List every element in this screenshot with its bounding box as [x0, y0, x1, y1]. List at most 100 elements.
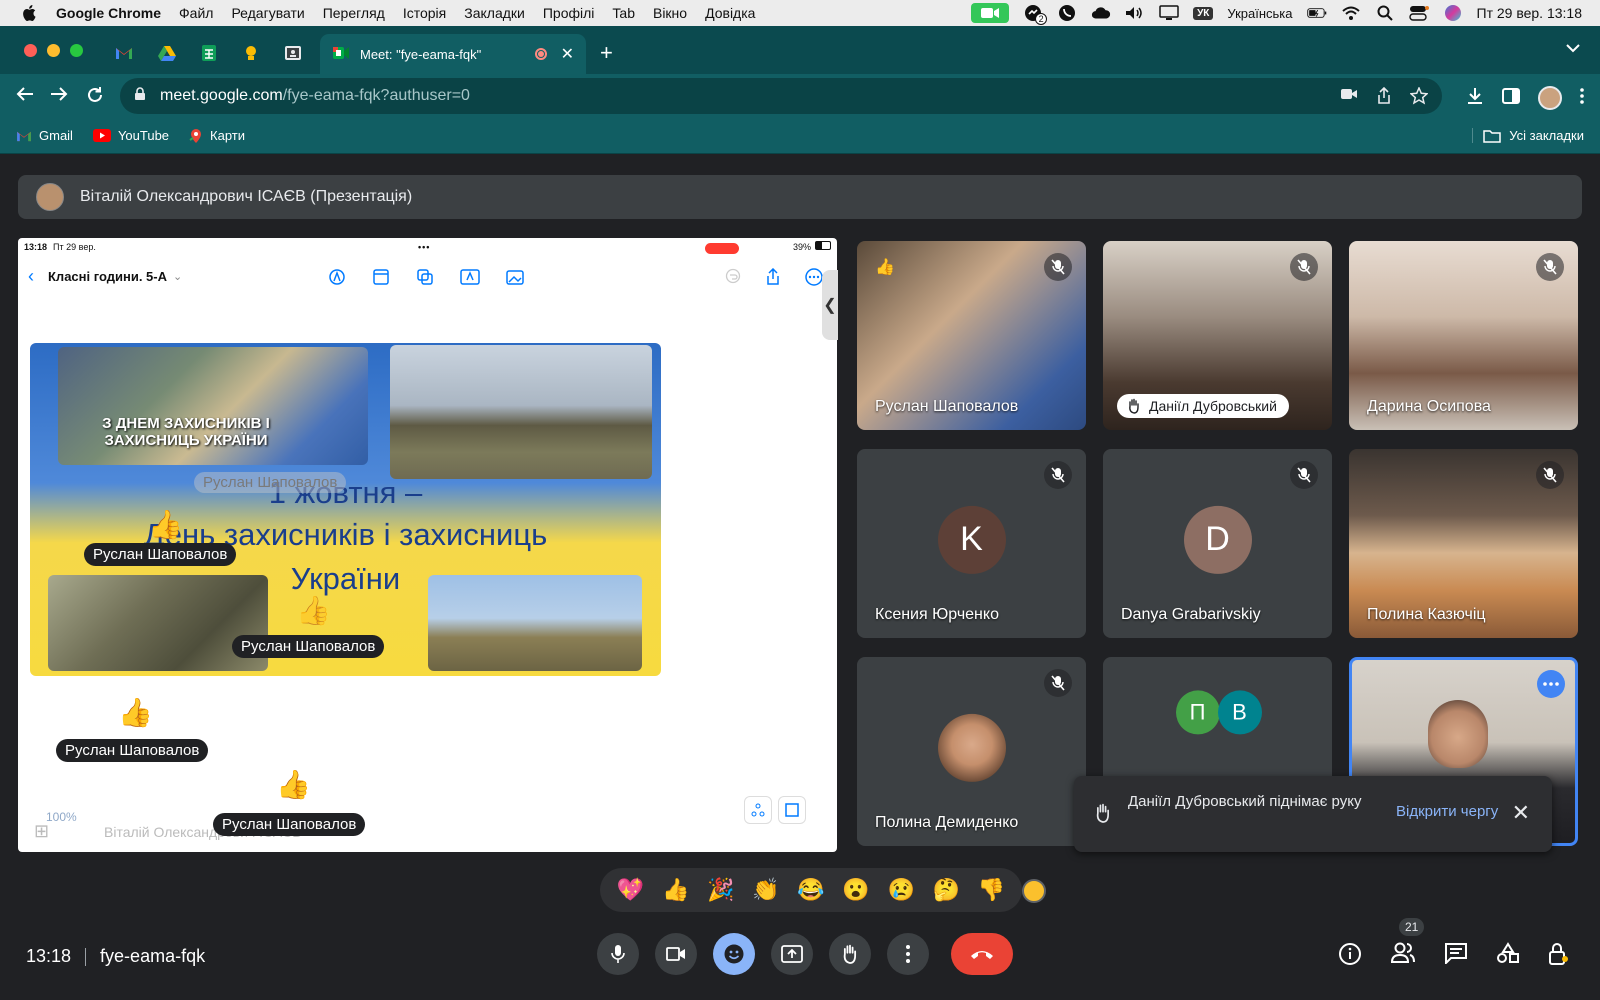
zoom-level[interactable]: 100%: [46, 810, 77, 824]
apple-icon[interactable]: [22, 5, 42, 21]
share-icon[interactable]: [1376, 86, 1392, 110]
bookmark-gmail[interactable]: Gmail: [16, 128, 73, 143]
volume-icon[interactable]: [1125, 5, 1145, 21]
profile-avatar[interactable]: [1538, 86, 1562, 110]
all-bookmarks-button[interactable]: Усі закладки: [1472, 128, 1584, 143]
sad-reaction-button[interactable]: 😢: [888, 877, 915, 903]
laugh-reaction-button[interactable]: 😂: [797, 877, 824, 903]
participant-tile[interactable]: Даніїл Дубровський: [1103, 241, 1332, 430]
close-icon[interactable]: ✕: [1512, 800, 1530, 826]
menu-view[interactable]: Перегляд: [323, 5, 385, 21]
battery-icon[interactable]: [1306, 5, 1327, 21]
media-tool-icon[interactable]: [506, 268, 526, 289]
bookmark-maps[interactable]: Карти: [189, 128, 245, 144]
menu-history[interactable]: Історія: [403, 5, 446, 21]
reload-icon[interactable]: [86, 86, 104, 109]
close-tab-icon[interactable]: ✕: [561, 44, 574, 64]
menu-file[interactable]: Файл: [179, 5, 213, 21]
share-board-icon[interactable]: [765, 267, 781, 289]
people-button[interactable]: [1390, 942, 1416, 971]
clap-reaction-button[interactable]: 👏: [752, 877, 779, 903]
menu-window[interactable]: Вікно: [653, 5, 687, 21]
messenger-icon[interactable]: 2: [1023, 5, 1048, 25]
chat-button[interactable]: [1444, 942, 1468, 971]
thumbs-up-reaction-button[interactable]: 👍: [662, 877, 689, 903]
display-icon[interactable]: [1159, 5, 1179, 21]
pin-icon[interactable]: ⊞: [34, 821, 49, 842]
menu-bookmarks[interactable]: Закладки: [464, 5, 525, 21]
text-box-tool-icon[interactable]: [460, 268, 480, 289]
more-options-icon[interactable]: [805, 268, 823, 289]
participant-tile[interactable]: 👍 Руслан Шаповалов: [857, 241, 1086, 430]
chrome-menu-icon[interactable]: [1580, 87, 1584, 109]
pinned-tab-drive-icon[interactable]: [157, 44, 177, 62]
participant-tile[interactable]: D Danya Grabarivskiy: [1103, 449, 1332, 638]
tab-search-chevron-icon[interactable]: [1566, 42, 1580, 56]
fit-screen-icon[interactable]: [778, 796, 806, 824]
present-screen-button[interactable]: [771, 933, 813, 975]
sticky-note-tool-icon[interactable]: [372, 268, 390, 289]
forward-arrow-icon[interactable]: [50, 86, 68, 107]
spotlight-search-icon[interactable]: [1375, 5, 1395, 21]
menubar-datetime[interactable]: Пт 29 вер. 13:18: [1477, 5, 1583, 21]
address-bar[interactable]: meet.google.com/fye-eama-fqk?authuser=0: [120, 78, 1442, 114]
participant-tile[interactable]: Полина Демиденко: [857, 657, 1086, 846]
freeform-board-name[interactable]: Класні години. 5-А: [48, 269, 167, 284]
meeting-details-button[interactable]: [1338, 942, 1362, 971]
microphone-button[interactable]: [597, 933, 639, 975]
download-icon[interactable]: [1466, 87, 1484, 110]
surprised-reaction-button[interactable]: 😮: [842, 877, 869, 903]
shapes-tool-icon[interactable]: [416, 268, 434, 289]
pen-tool-icon[interactable]: [328, 268, 346, 289]
freeform-back-icon[interactable]: ‹: [28, 266, 34, 287]
video-camera-status-icon[interactable]: [971, 3, 1010, 23]
leave-call-button[interactable]: [951, 933, 1013, 975]
participant-tile[interactable]: K Ксения Юрченко: [857, 449, 1086, 638]
participant-tile[interactable]: Полина Казючіц: [1349, 449, 1578, 638]
keyboard-layout-badge[interactable]: УК: [1193, 6, 1214, 20]
host-controls-button[interactable]: [1548, 942, 1570, 971]
tile-more-options-icon[interactable]: [1537, 670, 1565, 698]
keyboard-layout-label[interactable]: Українська: [1227, 6, 1292, 21]
tree-view-icon[interactable]: [744, 796, 772, 824]
side-panel-icon[interactable]: [1502, 87, 1520, 109]
zoom-window-button[interactable]: [70, 44, 83, 57]
pinned-tab-gmail-icon[interactable]: [114, 44, 134, 62]
viber-icon[interactable]: [1057, 5, 1077, 21]
pinned-tab-keep-icon[interactable]: [241, 44, 261, 62]
collapse-panel-chevron-icon[interactable]: ❮: [822, 270, 838, 340]
cloud-icon[interactable]: [1091, 5, 1111, 21]
camera-in-use-icon[interactable]: [1340, 87, 1358, 110]
skin-tone-picker[interactable]: [1022, 879, 1046, 903]
reactions-button[interactable]: [713, 933, 755, 975]
close-window-button[interactable]: [24, 44, 37, 57]
thinking-reaction-button[interactable]: 🤔: [933, 877, 960, 903]
menu-profiles[interactable]: Профілі: [543, 5, 595, 21]
menu-help[interactable]: Довідка: [705, 5, 755, 21]
menu-tab[interactable]: Tab: [612, 5, 635, 21]
minimize-window-button[interactable]: [47, 44, 60, 57]
raise-hand-button[interactable]: [829, 933, 871, 975]
bookmark-star-icon[interactable]: [1409, 86, 1429, 110]
activities-button[interactable]: [1496, 942, 1520, 971]
shared-screen[interactable]: 13:18 Пт 29 вер. ••• 39% ‹ Класні години…: [18, 238, 837, 852]
board-menu-chevron-icon[interactable]: ⌄: [173, 270, 182, 283]
more-options-button[interactable]: [887, 933, 929, 975]
siri-icon[interactable]: [1443, 5, 1463, 21]
undo-icon[interactable]: [725, 268, 741, 289]
tab-meet[interactable]: Meet: "fye-eama-fqk" ✕: [320, 34, 586, 74]
wifi-icon[interactable]: [1341, 5, 1361, 21]
open-queue-button[interactable]: Відкрити чергу: [1396, 803, 1498, 820]
back-arrow-icon[interactable]: [16, 86, 34, 107]
pinned-tab-classroom-icon[interactable]: [283, 44, 303, 62]
pinned-tab-sheets-icon[interactable]: [199, 44, 219, 62]
site-info-icon[interactable]: [134, 86, 146, 106]
bookmark-youtube[interactable]: YouTube: [92, 128, 169, 143]
new-tab-button[interactable]: +: [600, 40, 613, 66]
thumbs-down-reaction-button[interactable]: 👎: [978, 877, 1005, 903]
control-center-icon[interactable]: [1408, 5, 1429, 21]
camera-button[interactable]: [655, 933, 697, 975]
menubar-app-name[interactable]: Google Chrome: [56, 5, 161, 21]
party-reaction-button[interactable]: 🎉: [707, 877, 734, 903]
menu-edit[interactable]: Редагувати: [231, 5, 304, 21]
